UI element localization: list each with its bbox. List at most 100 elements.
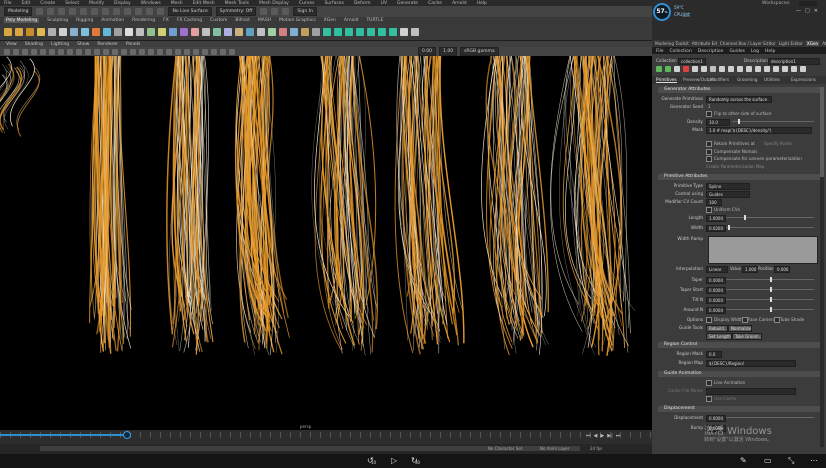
save-scene-icon[interactable] xyxy=(58,8,66,15)
seed-value[interactable]: 1 xyxy=(708,103,711,110)
normalize-button[interactable]: Normalize xyxy=(728,325,752,332)
shelf-tab-animation[interactable]: Animation xyxy=(101,18,124,23)
undo-icon[interactable] xyxy=(69,8,77,15)
viewport-tool-17-icon[interactable] xyxy=(85,48,91,55)
shelf-tool-23-icon[interactable] xyxy=(246,28,254,36)
shelf-tool-5-icon[interactable] xyxy=(48,28,56,36)
shelf-tool-19-icon[interactable] xyxy=(202,28,210,36)
snap-view-icon[interactable] xyxy=(157,8,165,15)
maximize-icon[interactable]: □ xyxy=(805,8,810,14)
playhead-handle[interactable] xyxy=(123,431,131,439)
viewport-tool-11-icon[interactable] xyxy=(139,48,145,55)
shelf-tool-12-icon[interactable] xyxy=(125,28,133,36)
more-icon[interactable]: ⋯ xyxy=(810,456,818,465)
viewport-tool-16-icon[interactable] xyxy=(94,48,100,55)
subtab-utilities[interactable]: Utilities xyxy=(764,77,780,82)
shelf-tab-rendering[interactable]: Rendering xyxy=(132,18,155,23)
mode-selector[interactable]: Modeling xyxy=(4,7,33,16)
uniform-checkbox[interactable] xyxy=(706,207,712,213)
live-surface-field[interactable]: No Live Surface xyxy=(168,7,212,16)
shelf-tool-11-icon[interactable] xyxy=(114,28,122,36)
xgen-tool-7-icon[interactable] xyxy=(710,66,716,72)
around-field[interactable]: 0.0000 xyxy=(706,307,726,314)
create-param-button[interactable]: Create Parameterization Map xyxy=(706,163,764,170)
xgen-tool-1-icon[interactable] xyxy=(656,66,662,72)
panel-tab-modeling-toolkit[interactable]: Modeling Toolkit xyxy=(655,41,689,46)
use-cache-checkbox[interactable] xyxy=(706,396,712,402)
viewport-tool-2-icon[interactable] xyxy=(220,48,226,55)
panel-scrollbar[interactable] xyxy=(820,87,824,447)
hair-clump-7[interactable] xyxy=(481,56,549,356)
time-slider[interactable] xyxy=(0,430,652,444)
mask-field[interactable]: 1.0 # map('${DESC}/density/') xyxy=(706,127,812,134)
shelf-tool-18-icon[interactable] xyxy=(191,28,199,36)
shelf-tool-27-icon[interactable] xyxy=(290,28,298,36)
length-slider-knob[interactable] xyxy=(744,215,746,220)
viewport-tool-12-icon[interactable] xyxy=(130,48,136,55)
character-set[interactable]: No Character Set xyxy=(488,446,522,451)
panel-tab-attribute-editor[interactable]: Attribute Editor xyxy=(822,41,826,46)
shelf-tool-26-icon[interactable] xyxy=(279,28,287,36)
viewport-tool-26-icon[interactable] xyxy=(4,48,10,55)
hair-clump-6[interactable] xyxy=(394,56,465,355)
fullscreen-icon[interactable]: ⤡ xyxy=(788,456,794,466)
xgen-tool-17-icon[interactable] xyxy=(800,66,806,72)
viewport-tool-14-icon[interactable] xyxy=(112,48,118,55)
taperstart-field[interactable]: 0.0000 xyxy=(706,287,726,294)
close-icon[interactable]: ✕ xyxy=(814,8,818,14)
shelf-tab-fx[interactable]: FX xyxy=(163,18,169,23)
xgen-menu-help[interactable]: Help xyxy=(765,49,775,54)
open-scene-icon[interactable] xyxy=(47,8,55,15)
workspace-dropdown[interactable] xyxy=(799,1,817,6)
subtab-primitives[interactable]: Primitives xyxy=(656,77,677,83)
displacement-slider[interactable] xyxy=(726,417,814,418)
menu-item-mesh[interactable]: Mesh xyxy=(171,1,183,6)
viewport[interactable] xyxy=(0,56,652,430)
shelf-tab-xgen[interactable]: XGen xyxy=(324,18,336,23)
snap-point-icon[interactable] xyxy=(146,8,154,15)
tilt-slider-knob[interactable] xyxy=(770,297,772,302)
menu-item-surfaces[interactable]: Surfaces xyxy=(324,1,344,6)
primitive-section[interactable]: Primitive Attributes xyxy=(658,174,820,180)
set-length-button[interactable]: Set Length... xyxy=(706,333,732,340)
menu-item-edit[interactable]: Edit xyxy=(22,1,31,6)
shelf-tool-16-icon[interactable] xyxy=(169,28,177,36)
xgen-tool-5-icon[interactable] xyxy=(692,66,698,72)
viewport-tool-19-icon[interactable] xyxy=(67,48,73,55)
xgen-tool-8-icon[interactable] xyxy=(719,66,725,72)
select-component-icon[interactable] xyxy=(113,8,121,15)
menu-item-help[interactable]: Help xyxy=(477,1,487,6)
xgen-tool-16-icon[interactable] xyxy=(791,66,797,72)
menu-item-uv[interactable]: UV xyxy=(381,1,387,6)
xgen-tool-14-icon[interactable] xyxy=(773,66,779,72)
xgen-tool-12-icon[interactable] xyxy=(755,66,761,72)
shelf-tool-33-icon[interactable] xyxy=(356,28,364,36)
xgen-tool-2-icon[interactable] xyxy=(665,66,671,72)
xgen-tool-11-icon[interactable] xyxy=(746,66,752,72)
subtab-expressions[interactable]: Expressions xyxy=(791,77,816,82)
menu-item-curves[interactable]: Curves xyxy=(299,1,315,6)
shelf-tool-7-icon[interactable] xyxy=(70,28,78,36)
play-icon[interactable]: ▶ xyxy=(600,433,604,439)
menu-item-deform[interactable]: Deform xyxy=(354,1,371,6)
viewport-tool-21-icon[interactable] xyxy=(49,48,55,55)
panel-tab-channel-box-layer-editor[interactable]: Channel Box / Layer Editor xyxy=(720,41,776,46)
viewport-tool-1-icon[interactable] xyxy=(229,48,235,55)
symmetry-field[interactable]: Symmetry: Off xyxy=(215,7,257,16)
viewport-tool-8-icon[interactable] xyxy=(166,48,172,55)
generate-dropdown[interactable]: Randomly across the surface xyxy=(706,96,772,103)
snap-grid-icon[interactable] xyxy=(124,8,132,15)
near-clip-field[interactable]: 0.00 xyxy=(418,47,437,56)
hair-clump-3[interactable] xyxy=(166,56,214,355)
interp-dropdown[interactable]: Linear xyxy=(706,266,728,273)
menu-item-mesh-tools[interactable]: Mesh Tools xyxy=(225,1,249,6)
menu-item-windows[interactable]: Windows xyxy=(141,1,161,6)
subtab-modifiers[interactable]: Modifiers xyxy=(710,77,729,82)
shelf-tool-28-icon[interactable] xyxy=(301,28,309,36)
render-icon[interactable] xyxy=(260,8,268,15)
width-slider-knob[interactable] xyxy=(728,225,730,230)
select-hierarchy-icon[interactable] xyxy=(91,8,99,15)
shelf-tool-24-icon[interactable] xyxy=(257,28,265,36)
xgen-menu-guides[interactable]: Guides xyxy=(729,49,745,54)
new-scene-icon[interactable] xyxy=(36,8,44,15)
